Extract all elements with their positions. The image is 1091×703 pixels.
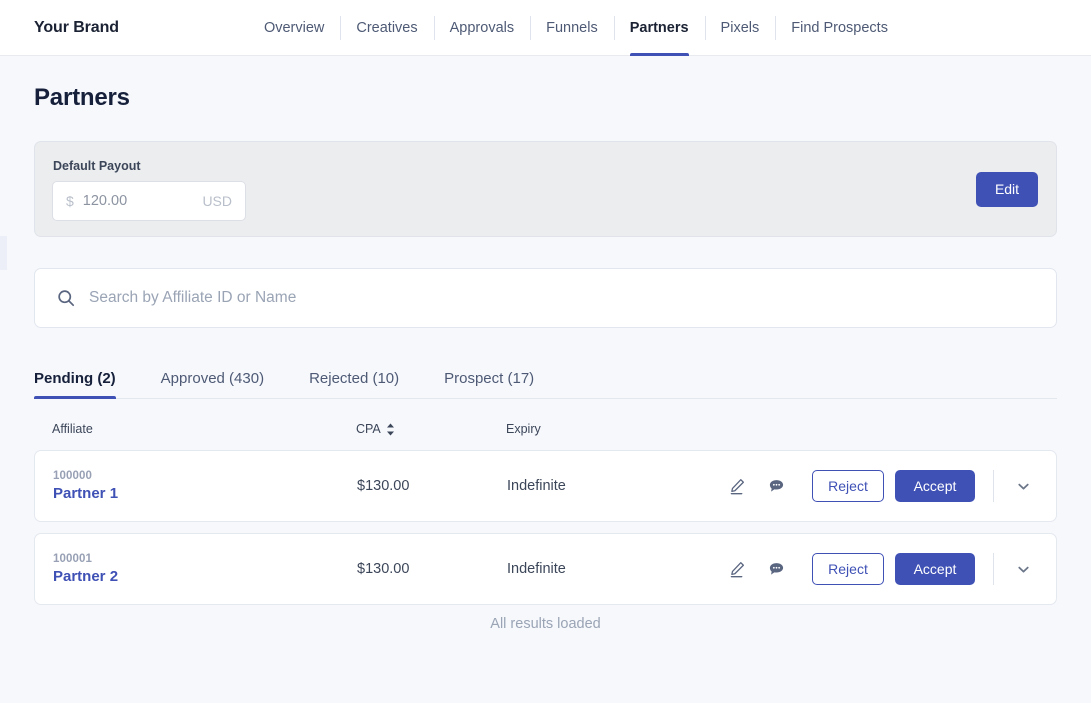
action-divider	[993, 470, 994, 502]
cell-expiry: Indefinite	[507, 478, 566, 494]
app-root: Your Brand Overview Creatives Approvals …	[0, 0, 1091, 703]
cell-cpa: $130.00	[357, 561, 410, 577]
accept-button[interactable]: Accept	[895, 553, 975, 585]
default-payout-value: 120.00	[82, 193, 128, 209]
nav-item-creatives[interactable]: Creatives	[340, 0, 433, 56]
left-edge-accent-strip	[0, 236, 7, 270]
cell-actions: Reject Accept	[724, 553, 1038, 585]
cell-affiliate: 100001 Partner 2	[53, 553, 357, 585]
nav-item-find-prospects[interactable]: Find Prospects	[775, 0, 904, 56]
nav-item-partners[interactable]: Partners	[613, 0, 705, 56]
cell-actions: Reject Accept	[724, 470, 1038, 502]
top-navigation-bar: Your Brand Overview Creatives Approvals …	[0, 0, 1091, 56]
search-input[interactable]	[89, 289, 1034, 307]
reject-button[interactable]: Reject	[812, 470, 884, 502]
reject-button[interactable]: Reject	[812, 553, 884, 585]
chevron-down-icon[interactable]	[1008, 471, 1038, 501]
column-header-expiry: Expiry	[506, 422, 541, 436]
column-header-affiliate: Affiliate	[52, 422, 93, 436]
main-navigation: Overview Creatives Approvals Funnels Par…	[248, 0, 904, 56]
brand-logo-text: Your Brand	[34, 18, 119, 36]
partners-table-header: Affiliate CPA Expiry	[34, 408, 1057, 450]
affiliate-id: 100000	[53, 470, 92, 482]
currency-code-label: USD	[202, 193, 232, 209]
edit-payout-button[interactable]: Edit	[976, 171, 1038, 207]
nav-item-funnels[interactable]: Funnels	[530, 0, 614, 56]
column-header-cpa-label: CPA	[356, 422, 381, 436]
status-tabs: Pending (2) Approved (430) Rejected (10)…	[34, 362, 1057, 399]
default-payout-field-group: Default Payout $ 120.00 USD	[52, 157, 246, 221]
tab-approved[interactable]: Approved (430)	[161, 370, 264, 398]
affiliate-id: 100001	[53, 553, 92, 565]
tab-prospect[interactable]: Prospect (17)	[444, 370, 534, 398]
chat-bubble-icon[interactable]	[763, 473, 789, 499]
column-header-cpa[interactable]: CPA	[356, 422, 506, 436]
pencil-edit-icon[interactable]	[724, 473, 750, 499]
nav-item-approvals[interactable]: Approvals	[433, 0, 530, 56]
chevron-down-icon[interactable]	[1008, 554, 1038, 584]
nav-item-overview[interactable]: Overview	[248, 0, 340, 56]
pencil-edit-icon[interactable]	[724, 556, 750, 582]
default-payout-card: Default Payout $ 120.00 USD Edit	[34, 141, 1057, 237]
page-title: Partners	[34, 84, 130, 111]
sort-updown-icon[interactable]	[386, 423, 395, 436]
cell-expiry: Indefinite	[507, 561, 566, 577]
affiliate-name-link[interactable]: Partner 1	[53, 485, 357, 502]
accept-button[interactable]: Accept	[895, 470, 975, 502]
default-payout-input[interactable]: $ 120.00 USD	[52, 181, 246, 221]
search-icon	[57, 289, 75, 307]
default-payout-label: Default Payout	[53, 159, 141, 173]
tab-rejected[interactable]: Rejected (10)	[309, 370, 399, 398]
action-divider	[993, 553, 994, 585]
tab-pending[interactable]: Pending (2)	[34, 370, 116, 399]
page-content: Partners Default Payout $ 120.00 USD Edi…	[0, 84, 1091, 632]
table-row[interactable]: 100000 Partner 1 $130.00 Indefinite Reje…	[34, 450, 1057, 522]
affiliate-name-link[interactable]: Partner 2	[53, 568, 357, 585]
cell-affiliate: 100000 Partner 1	[53, 470, 357, 502]
cell-cpa: $130.00	[357, 478, 410, 494]
results-status-text: All results loaded	[490, 616, 601, 632]
currency-sign-icon: $	[66, 193, 74, 209]
chat-bubble-icon[interactable]	[763, 556, 789, 582]
nav-item-pixels[interactable]: Pixels	[704, 0, 776, 56]
table-row[interactable]: 100001 Partner 2 $130.00 Indefinite Reje…	[34, 533, 1057, 605]
search-bar[interactable]	[34, 268, 1057, 328]
